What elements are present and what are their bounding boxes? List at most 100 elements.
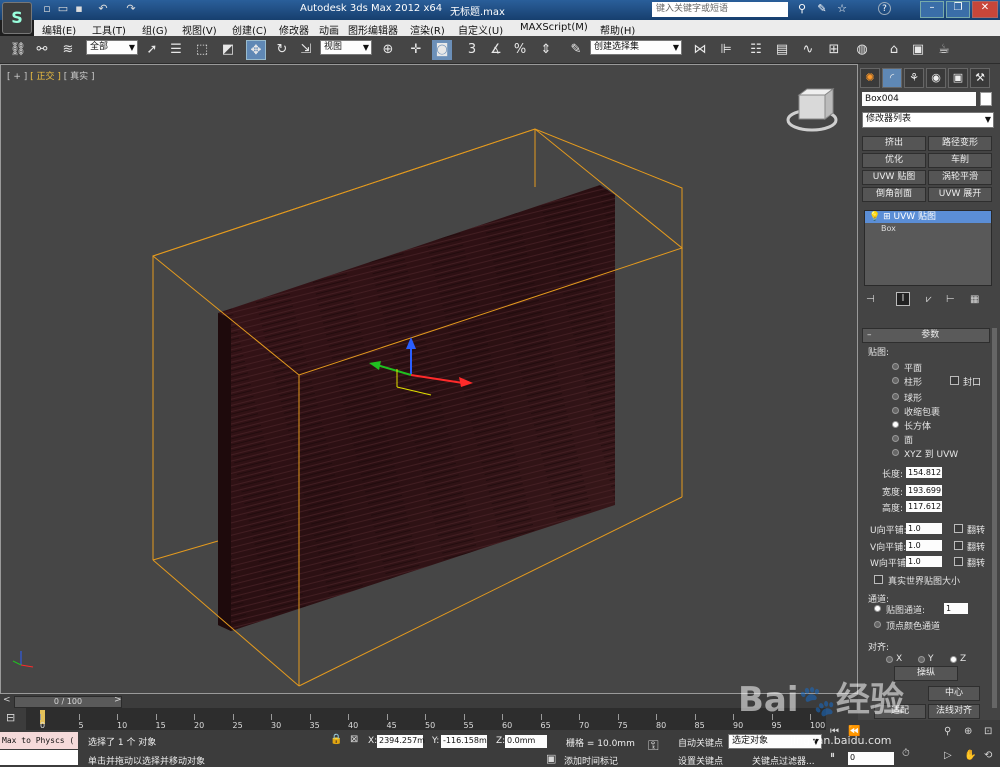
lock-icon[interactable]: 🔒 bbox=[330, 734, 342, 745]
object-name-field[interactable]: Box004 bbox=[862, 92, 976, 106]
spinner-snap-icon[interactable]: ⇕ bbox=[536, 40, 556, 60]
curve-editor-icon[interactable]: ∿ bbox=[798, 40, 818, 60]
current-frame-field[interactable]: 0 bbox=[848, 752, 894, 765]
rendered-frame-icon[interactable]: ▣ bbox=[908, 40, 928, 60]
zoom-all-icon[interactable]: ⊕ bbox=[964, 726, 972, 737]
new-file-icon[interactable]: ▫ bbox=[40, 2, 54, 16]
graphite-tools-icon[interactable]: ▤ bbox=[772, 40, 792, 60]
minimize-button[interactable]: – bbox=[920, 1, 944, 18]
maxscript-input[interactable] bbox=[0, 750, 78, 765]
key-filters-button[interactable]: 关键点过滤器... bbox=[752, 754, 815, 767]
bevel-profile-button[interactable]: 倒角剖面 bbox=[862, 187, 926, 202]
angle-snap-icon[interactable]: ∡ bbox=[486, 40, 506, 60]
remove-modifier-icon[interactable]: ⊢ bbox=[946, 294, 955, 305]
named-selection-dropdown[interactable]: 创建选择集 bbox=[590, 40, 682, 55]
select-move-icon[interactable]: ✥ bbox=[246, 40, 266, 60]
app-logo[interactable]: S bbox=[2, 2, 32, 34]
show-end-result-icon[interactable]: I bbox=[896, 292, 910, 306]
menu-help[interactable]: 帮助(H) bbox=[600, 22, 635, 37]
search-input[interactable]: 键入关键字或短语 bbox=[652, 2, 788, 17]
pan-icon[interactable]: ✋ bbox=[964, 750, 976, 761]
radio-box[interactable] bbox=[892, 421, 899, 428]
create-tab-icon[interactable]: ✺ bbox=[860, 68, 880, 88]
time-next-icon[interactable]: > bbox=[114, 695, 122, 705]
close-button[interactable]: ✕ bbox=[972, 1, 998, 18]
extrude-button[interactable]: 挤出 bbox=[862, 136, 926, 151]
modifier-stack[interactable]: 💡 ⊞ UVW 贴图 Box bbox=[864, 210, 992, 286]
uvw-map-button[interactable]: UVW 贴图 bbox=[862, 170, 926, 185]
configure-sets-icon[interactable]: ▦ bbox=[970, 294, 979, 305]
binoculars-icon[interactable]: ⚲ bbox=[795, 2, 809, 16]
help-icon[interactable]: ? bbox=[878, 2, 891, 15]
render-production-icon[interactable]: ☕ bbox=[934, 40, 954, 60]
select-rotate-icon[interactable]: ↻ bbox=[272, 40, 292, 60]
time-tag-icon[interactable]: ▣ bbox=[546, 752, 556, 765]
w-tile-spinner[interactable]: 1.0 bbox=[906, 556, 942, 567]
save-icon[interactable]: ▪ bbox=[72, 2, 86, 16]
pivot-center-icon[interactable]: ⊕ bbox=[378, 40, 398, 60]
modify-tab-icon[interactable]: ◜ bbox=[882, 68, 902, 88]
viewcube[interactable] bbox=[786, 88, 838, 132]
align-icon[interactable]: ⊫ bbox=[716, 40, 736, 60]
expand-icon[interactable]: ⊞ bbox=[883, 212, 891, 222]
ref-coord-dropdown[interactable]: 视图 bbox=[320, 40, 372, 55]
radio-align-x[interactable] bbox=[886, 656, 893, 663]
real-world-checkbox[interactable] bbox=[874, 575, 883, 584]
field-of-view-icon[interactable]: ▷ bbox=[944, 750, 952, 761]
time-config-icon[interactable]: ⏱ bbox=[902, 748, 910, 759]
open-file-icon[interactable]: ▭ bbox=[56, 2, 70, 16]
radio-map-channel[interactable] bbox=[874, 605, 881, 612]
optimize-button[interactable]: 优化 bbox=[862, 153, 926, 168]
center-button[interactable]: 中心 bbox=[928, 686, 980, 701]
pin-stack-icon[interactable]: ⊣ bbox=[866, 294, 875, 305]
lathe-button[interactable]: 车削 bbox=[928, 153, 992, 168]
wrench-icon[interactable]: ✎ bbox=[815, 2, 829, 16]
w-flip-checkbox[interactable] bbox=[954, 557, 963, 566]
restore-button[interactable]: ❐ bbox=[946, 1, 970, 18]
schematic-view-icon[interactable]: ⊞ bbox=[824, 40, 844, 60]
motion-tab-icon[interactable]: ◉ bbox=[926, 68, 946, 88]
radio-xyz-to-uvw[interactable] bbox=[892, 449, 899, 456]
radio-align-y[interactable] bbox=[918, 656, 925, 663]
layer-manager-icon[interactable]: ☷ bbox=[746, 40, 766, 60]
radio-shrink-wrap[interactable] bbox=[892, 407, 899, 414]
time-prev-icon[interactable]: < bbox=[3, 695, 11, 705]
render-setup-icon[interactable]: ⌂ bbox=[884, 40, 904, 60]
normal-align-button[interactable]: 法线对齐 bbox=[928, 704, 980, 719]
radio-planar[interactable] bbox=[892, 363, 899, 370]
z-coordinate[interactable]: 0.0mm bbox=[505, 735, 547, 748]
rect-selection-icon[interactable]: ⬚ bbox=[192, 40, 212, 60]
menu-views[interactable]: 视图(V) bbox=[182, 22, 217, 37]
hierarchy-tab-icon[interactable]: ⚘ bbox=[904, 68, 924, 88]
time-slider[interactable]: 0 / 100 bbox=[14, 696, 122, 708]
display-tab-icon[interactable]: ▣ bbox=[948, 68, 968, 88]
length-spinner[interactable]: 154.812 bbox=[906, 467, 942, 478]
panel-scrollbar[interactable] bbox=[992, 328, 997, 708]
radio-face[interactable] bbox=[892, 435, 899, 442]
absolute-mode-icon[interactable]: ⊠ bbox=[350, 734, 358, 745]
keyboard-shortcut-icon[interactable]: ◙ bbox=[432, 40, 452, 60]
selection-filter-dropdown[interactable]: 全部 bbox=[86, 40, 138, 55]
stack-item-uvw-map[interactable]: 💡 ⊞ UVW 贴图 bbox=[865, 211, 991, 223]
zoom-icon[interactable]: ⚲ bbox=[944, 726, 951, 737]
menu-group[interactable]: 组(G) bbox=[142, 22, 168, 37]
u-tile-spinner[interactable]: 1.0 bbox=[906, 523, 942, 534]
height-spinner[interactable]: 117.612 bbox=[906, 501, 942, 512]
undo-icon[interactable]: ↶ bbox=[96, 2, 110, 16]
percent-snap-icon[interactable]: % bbox=[510, 40, 530, 60]
unlink-icon[interactable]: ⚯ bbox=[32, 40, 52, 60]
snap-3-icon[interactable]: 3 bbox=[462, 40, 482, 60]
menu-animation[interactable]: 动画 bbox=[319, 22, 339, 37]
map-channel-spinner[interactable]: 1 bbox=[944, 603, 968, 614]
select-by-name-icon[interactable]: ☰ bbox=[166, 40, 186, 60]
add-time-tag[interactable]: 添加时间标记 bbox=[564, 754, 618, 767]
menu-rendering[interactable]: 渲染(R) bbox=[410, 22, 445, 37]
key-icon[interactable]: ⚿ bbox=[648, 738, 659, 754]
unwrap-uvw-button[interactable]: UVW 展开 bbox=[928, 187, 992, 202]
menu-create[interactable]: 创建(C) bbox=[232, 22, 267, 37]
menu-edit[interactable]: 编辑(E) bbox=[42, 22, 76, 37]
v-flip-checkbox[interactable] bbox=[954, 541, 963, 550]
v-tile-spinner[interactable]: 1.0 bbox=[906, 540, 942, 551]
utilities-tab-icon[interactable]: ⚒ bbox=[970, 68, 990, 88]
bind-space-warp-icon[interactable]: ≋ bbox=[58, 40, 78, 60]
